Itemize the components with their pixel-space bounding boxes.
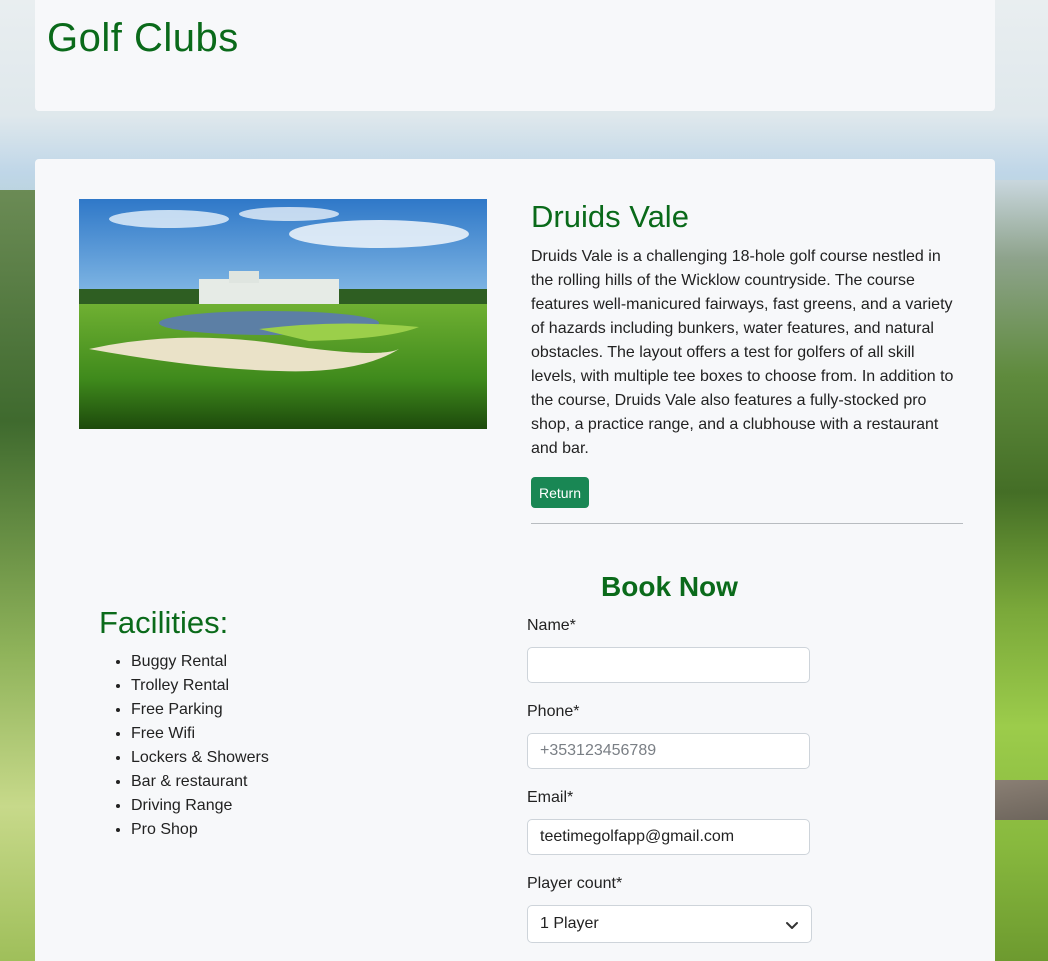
list-item: Trolley Rental (131, 674, 269, 698)
course-detail-panel: Druids Vale Druids Vale is a challenging… (35, 159, 995, 961)
list-item: Buggy Rental (131, 650, 269, 674)
header-panel: Golf Clubs (35, 0, 995, 111)
course-photo (79, 199, 487, 429)
background-image-left (0, 190, 40, 961)
list-item: Free Parking (131, 698, 269, 722)
name-field[interactable] (527, 647, 810, 683)
booking-title: Book Now (601, 571, 738, 602)
list-item: Free Wifi (131, 722, 269, 746)
divider (531, 523, 963, 524)
player-count-select[interactable]: 1 Player (527, 905, 812, 943)
facilities-title: Facilities: (99, 605, 229, 640)
player-count-label: Player count* (527, 875, 623, 892)
background-image-right (995, 180, 1048, 961)
course-description: Druids Vale is a challenging 18-hole gol… (531, 248, 954, 457)
list-item: Pro Shop (131, 818, 269, 842)
chevron-down-icon (786, 922, 798, 929)
email-field[interactable] (527, 819, 810, 855)
list-item: Bar & restaurant (131, 770, 269, 794)
facilities-list: Buggy Rental Trolley Rental Free Parking… (111, 650, 269, 842)
player-count-value: 1 Player (540, 915, 599, 932)
name-label: Name* (527, 617, 576, 634)
course-name: Druids Vale (531, 199, 689, 234)
phone-field[interactable] (527, 733, 810, 769)
list-item: Driving Range (131, 794, 269, 818)
list-item: Lockers & Showers (131, 746, 269, 770)
phone-label: Phone* (527, 703, 580, 720)
site-title: Golf Clubs (47, 16, 239, 60)
background-path (995, 780, 1048, 820)
return-button[interactable]: Return (531, 477, 589, 508)
email-label: Email* (527, 789, 574, 806)
